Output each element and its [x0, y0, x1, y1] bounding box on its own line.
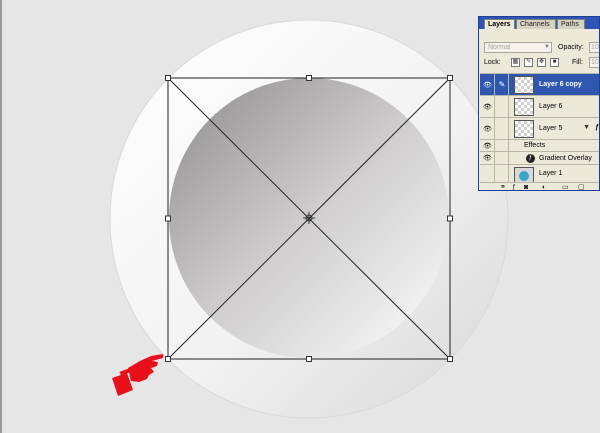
handle-bottom-left [165, 356, 171, 362]
new-layer-icon[interactable]: ▢ [578, 183, 585, 190]
effect-icon: ƒ [526, 154, 535, 163]
handle-bottom-right [447, 356, 453, 362]
layer-row-layer-5[interactable]: 👁 Layer 5 ▼ ƒ [480, 117, 599, 139]
fill-label: Fill: [572, 59, 583, 66]
effects-row[interactable]: 👁 Effects [480, 139, 599, 151]
visibility-toggle[interactable]: 👁 [481, 118, 495, 139]
link-layers-icon[interactable]: ⚭ [500, 183, 506, 190]
opacity-input[interactable]: 100 [589, 42, 599, 53]
blend-mode-value: Normal [488, 44, 511, 51]
layer-row-layer-1[interactable]: Layer 1 [480, 164, 599, 185]
lock-label: Lock: [484, 59, 501, 66]
lock-pixels-icon[interactable]: ✎ [524, 58, 533, 67]
layer-link-cell[interactable] [496, 96, 509, 117]
layer-name: Layer 6 [539, 103, 563, 110]
layer-thumbnail [514, 120, 534, 138]
eye-icon: 👁 [483, 142, 492, 150]
visibility-toggle[interactable] [481, 165, 495, 182]
opacity-label: Opacity: [558, 44, 584, 51]
pointing-hand-icon [112, 354, 163, 396]
layer-name: Layer 1 [539, 170, 563, 177]
effects-label: Effects [524, 142, 546, 149]
blend-mode-select[interactable]: Normal ▼ [484, 42, 552, 53]
visibility-toggle[interactable]: 👁 [481, 152, 495, 164]
layer-link-cell[interactable]: ✎ [496, 74, 509, 95]
tab-layers[interactable]: Layers [484, 19, 515, 29]
new-adjustment-layer-icon[interactable]: ◐ [542, 183, 546, 190]
layer-style-icon[interactable]: ƒ [512, 183, 516, 190]
handle-top-right [447, 75, 453, 81]
layer-link-cell [496, 152, 509, 164]
panel-footer-toolbar: ⚭ ƒ ◙ ◐ ▭ ▢ [480, 182, 599, 190]
layer-link-cell[interactable] [496, 118, 509, 139]
eye-icon: 👁 [483, 81, 492, 89]
layer-thumbnail [514, 98, 534, 116]
layer-row-layer-6-copy[interactable]: 👁 ✎ Layer 6 copy [480, 73, 599, 95]
handle-top-middle [306, 75, 312, 81]
add-mask-icon[interactable]: ◙ [524, 183, 528, 190]
new-group-icon[interactable]: ▭ [562, 183, 569, 190]
fill-input[interactable]: 100 [589, 57, 599, 68]
handle-bottom-middle [306, 356, 312, 362]
handle-middle-right [447, 215, 453, 222]
effect-name: Gradient Overlay [539, 155, 592, 162]
lock-position-icon[interactable]: ✥ [537, 58, 546, 67]
eye-icon: 👁 [483, 103, 492, 111]
eye-icon: 👁 [483, 155, 492, 162]
brush-icon: ✎ [498, 80, 506, 89]
layers-panel: Layers Channels Paths Normal ▼ Opacity: … [478, 16, 600, 191]
handle-middle-left [165, 215, 171, 222]
layer-link-cell[interactable] [496, 165, 509, 182]
gradient-overlay-row[interactable]: 👁 ƒ Gradient Overlay [480, 151, 599, 164]
visibility-toggle[interactable]: 👁 [481, 96, 495, 117]
tab-paths[interactable]: Paths [557, 19, 585, 29]
tab-channels[interactable]: Channels [516, 19, 556, 29]
lock-all-icon[interactable]: ■ [550, 58, 559, 67]
eye-icon: 👁 [483, 125, 492, 133]
handle-top-left [165, 75, 171, 81]
panel-tab-bar: Layers Channels Paths [479, 17, 599, 29]
layer-thumbnail [514, 76, 534, 94]
expand-effects-icon[interactable]: ▼ [583, 124, 590, 131]
visibility-toggle[interactable]: 👁 [481, 140, 495, 151]
visibility-toggle[interactable]: 👁 [481, 74, 495, 95]
layer-name: Layer 5 [539, 125, 563, 132]
layer-link-cell [496, 140, 509, 151]
layer-name: Layer 6 copy [539, 81, 582, 88]
lock-transparency-icon[interactable]: ▦ [511, 58, 520, 67]
layer-row-layer-6[interactable]: 👁 Layer 6 [480, 95, 599, 117]
fx-icon: ƒ [595, 124, 599, 131]
chevron-down-icon: ▼ [544, 44, 550, 50]
